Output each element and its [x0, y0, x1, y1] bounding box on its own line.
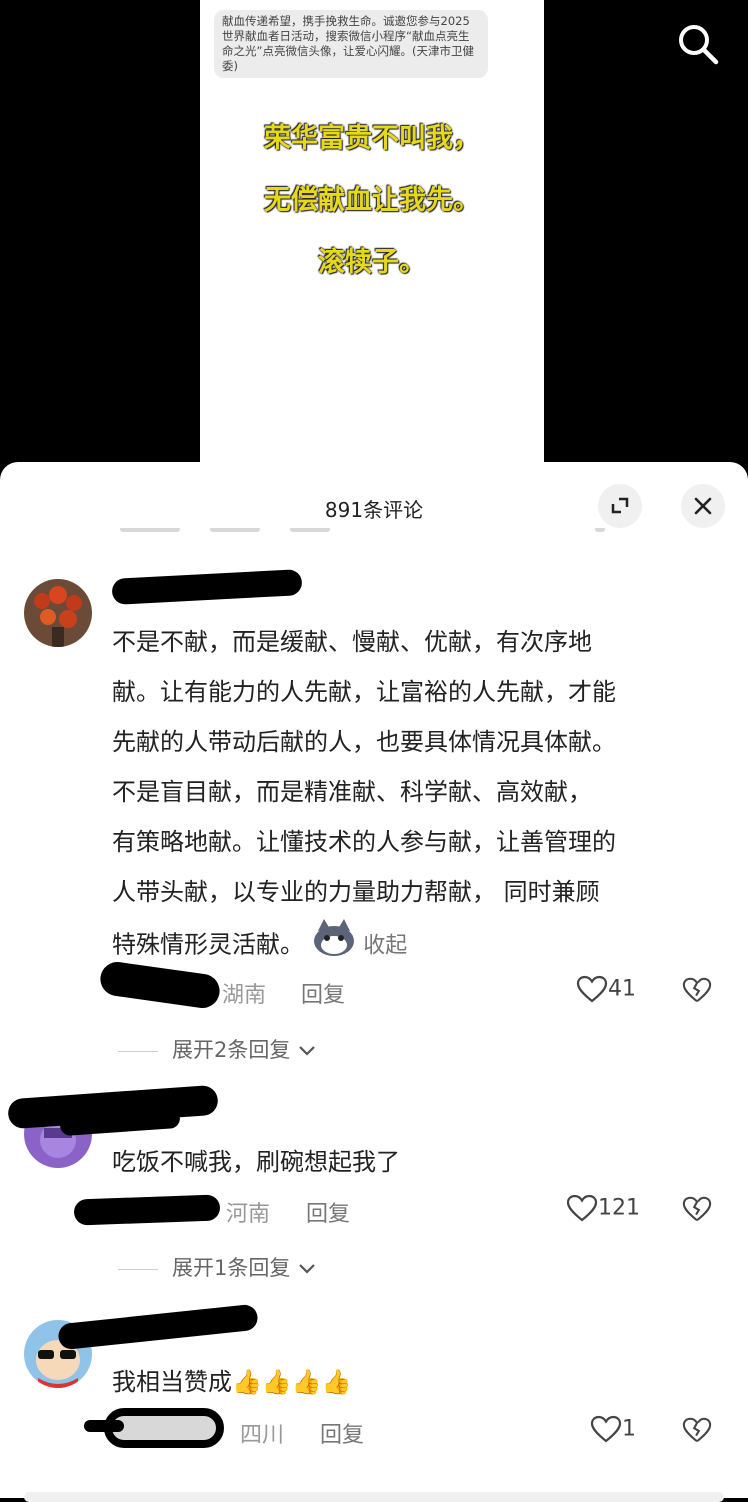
comment-text: 不是不献，而是缓献、慢献、优献，有次序地 献。让有能力的人先献，让富裕的人先献，…	[112, 617, 616, 974]
scrolled-previous-comment	[120, 528, 720, 538]
video-area[interactable]: 献血传递希望，携手挽救生命。诚邀您参与2025世界献血者日活动，搜索微信小程序“…	[0, 0, 748, 470]
notice-banner: 献血传递希望，携手挽救生命。诚邀您参与2025世界献血者日活动，搜索微信小程序“…	[214, 10, 488, 78]
reply-button[interactable]: 回复	[301, 977, 345, 1009]
like-count: 121	[598, 1195, 640, 1221]
post-line-3: 滚犊子。	[318, 247, 426, 278]
comment-text: 我相当赞成👍👍👍👍	[112, 1368, 352, 1396]
redacted-username	[111, 569, 303, 605]
redacted-username	[57, 1303, 259, 1351]
expand-icon	[611, 497, 629, 514]
post-line-2: 无偿献血让我先。	[264, 185, 480, 216]
like-count: 41	[608, 976, 636, 1002]
redacted-timestamp	[73, 1194, 221, 1226]
emoji-sticker	[312, 917, 356, 974]
heart-icon	[590, 1415, 622, 1443]
close-icon	[694, 497, 712, 515]
like-button[interactable]: 1	[590, 1415, 636, 1443]
expand-sheet-button[interactable]	[598, 484, 642, 528]
avatar[interactable]	[24, 579, 92, 647]
like-count: 1	[622, 1416, 636, 1442]
chevron-down-icon	[299, 1046, 315, 1056]
expand-replies-button[interactable]: 展开1条回复	[118, 1252, 317, 1282]
broken-heart-icon	[682, 1417, 712, 1443]
redacted-timestamp-extra	[84, 1420, 124, 1432]
reply-button[interactable]: 回复	[306, 1196, 350, 1228]
comments-sheet: 891条评论 不是不献，而是缓献、慢献、优献，有次序地 献。让有能力的人先献，让…	[0, 462, 748, 1502]
dislike-button[interactable]	[682, 976, 712, 1008]
region-label: 河南	[226, 1202, 271, 1227]
reply-button[interactable]: 回复	[320, 1417, 364, 1449]
post-text: 荣华富贵不叫我， 无偿献血让我先。 滚犊子。	[200, 108, 544, 294]
comment-text: 吃饭不喊我，刷碗想起我了	[112, 1148, 400, 1176]
post-line-1: 荣华富贵不叫我，	[264, 123, 480, 154]
comment-input-bar[interactable]	[24, 1492, 724, 1502]
heart-icon	[576, 975, 608, 1003]
dislike-button[interactable]	[682, 1416, 712, 1448]
search-icon[interactable]	[676, 22, 720, 66]
close-button[interactable]	[681, 484, 725, 528]
broken-heart-icon	[682, 977, 712, 1003]
region-label: 四川	[240, 1423, 285, 1448]
chevron-down-icon	[299, 1264, 315, 1274]
broken-heart-icon	[682, 1196, 712, 1222]
thumbs-up-emoji: 👍👍👍👍	[232, 1368, 352, 1396]
expand-replies-button[interactable]: 展开2条回复	[118, 1034, 317, 1064]
like-button[interactable]: 41	[576, 975, 636, 1003]
heart-icon	[566, 1194, 598, 1222]
post-image: 献血传递希望，携手挽救生命。诚邀您参与2025世界献血者日活动，搜索微信小程序“…	[200, 0, 544, 470]
collapse-link[interactable]: 收起	[363, 934, 407, 959]
dislike-button[interactable]	[682, 1195, 712, 1227]
like-button[interactable]: 121	[566, 1194, 640, 1222]
region-label: 湖南	[222, 983, 267, 1008]
